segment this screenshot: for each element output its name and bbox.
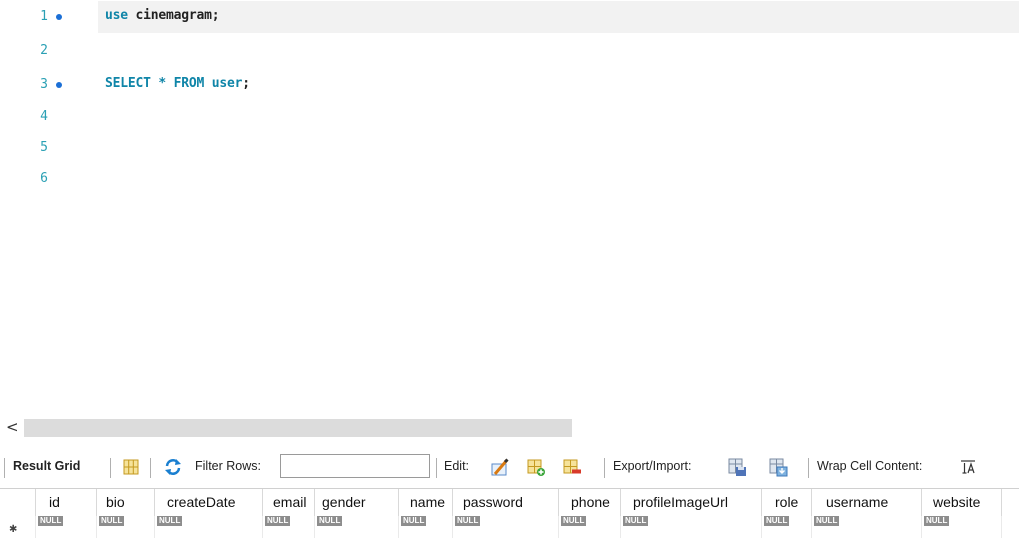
line-number: 2 <box>40 43 48 58</box>
table-cell[interactable]: NULL <box>315 516 399 538</box>
null-badge: NULL <box>401 516 427 526</box>
horizontal-scrollbar[interactable]: < <box>0 417 1019 439</box>
table-cell[interactable]: NULL <box>812 516 922 538</box>
column-header-profileImageUrl[interactable]: profileImageUrl <box>621 489 762 516</box>
grid-view-icon[interactable] <box>121 457 141 477</box>
column-header-phone[interactable]: phone <box>559 489 621 516</box>
toolbar-divider <box>4 458 5 478</box>
toolbar-divider <box>150 458 151 478</box>
column-header-email[interactable]: email <box>263 489 315 516</box>
edit-cell-icon[interactable] <box>490 457 510 477</box>
null-badge: NULL <box>317 516 343 526</box>
column-header-password[interactable]: password <box>453 489 559 516</box>
column-header-gender[interactable]: gender <box>315 489 399 516</box>
result-grid[interactable]: id bio createDate email gender name pass… <box>0 488 1019 559</box>
new-row-icon: ✱ <box>9 524 18 535</box>
grid-header-row: id bio createDate email gender name pass… <box>0 488 1019 516</box>
table-cell[interactable]: NULL <box>97 516 155 538</box>
edit-label: Edit: <box>444 459 470 473</box>
table-cell[interactable]: NULL <box>559 516 621 538</box>
toolbar-divider <box>808 458 809 478</box>
toolbar-divider <box>110 458 111 478</box>
code-text: SELECT * FROM user; <box>105 76 250 91</box>
column-header-createDate[interactable]: createDate <box>155 489 263 516</box>
null-badge: NULL <box>157 516 183 526</box>
statement-marker-icon <box>56 82 62 88</box>
line-number: 6 <box>40 171 48 186</box>
toolbar-divider <box>436 458 437 478</box>
row-header-corner <box>0 489 36 516</box>
result-grid-tab[interactable]: Result Grid <box>13 459 80 473</box>
wrap-text-icon[interactable] <box>958 457 978 477</box>
filter-rows-label: Filter Rows: <box>195 459 261 473</box>
column-header-website[interactable]: website <box>922 489 1002 516</box>
code-rest: cinemagram; <box>127 8 220 23</box>
null-badge: NULL <box>623 516 649 526</box>
editor-line-2[interactable]: 2 <box>0 34 1019 64</box>
null-badge: NULL <box>814 516 840 526</box>
line-number: 5 <box>40 140 48 155</box>
column-header-role[interactable]: role <box>762 489 812 516</box>
editor-line-4[interactable]: 4 <box>0 100 1019 130</box>
null-badge: NULL <box>924 516 950 526</box>
editor-line-1[interactable]: 1 use cinemagram; <box>0 0 1019 33</box>
table-cell[interactable]: NULL <box>762 516 812 538</box>
line-number: 1 <box>40 9 48 24</box>
statement-marker-icon <box>56 14 62 20</box>
column-header-name[interactable]: name <box>399 489 453 516</box>
refresh-icon[interactable] <box>163 457 183 477</box>
add-row-icon[interactable] <box>526 457 546 477</box>
table-cell[interactable]: NULL <box>399 516 453 538</box>
row-header[interactable]: ✱ <box>0 516 36 538</box>
export-import-label: Export/Import: <box>613 459 692 473</box>
code-text: use cinemagram; <box>105 8 220 23</box>
null-badge: NULL <box>764 516 790 526</box>
line-number: 3 <box>40 77 48 92</box>
null-badge: NULL <box>455 516 481 526</box>
editor-line-5[interactable]: 5 <box>0 131 1019 161</box>
null-badge: NULL <box>99 516 125 526</box>
result-toolbar: Result Grid Filter Rows: Edit: Export/Im… <box>0 446 1019 490</box>
editor-line-6[interactable]: 6 <box>0 162 1019 192</box>
import-icon[interactable] <box>768 457 788 477</box>
table-cell[interactable]: NULL <box>263 516 315 538</box>
wrap-cell-content-label: Wrap Cell Content: <box>817 459 923 473</box>
null-badge: NULL <box>265 516 291 526</box>
line-number: 4 <box>40 109 48 124</box>
table-cell[interactable]: NULL <box>621 516 762 538</box>
table-row[interactable]: ✱ NULL NULL NULL NULL NULL NULL NULL NUL… <box>0 516 1019 538</box>
column-header-bio[interactable]: bio <box>97 489 155 516</box>
null-badge: NULL <box>561 516 587 526</box>
table-cell[interactable]: NULL <box>453 516 559 538</box>
table-cell[interactable]: NULL <box>922 516 1002 538</box>
null-badge: NULL <box>38 516 64 526</box>
toolbar-divider <box>604 458 605 478</box>
export-icon[interactable] <box>727 457 747 477</box>
scrollbar-thumb[interactable] <box>24 419 572 437</box>
table-cell[interactable]: NULL <box>36 516 97 538</box>
table-cell[interactable]: NULL <box>155 516 263 538</box>
scroll-left-icon[interactable]: < <box>6 418 19 436</box>
code-rest: ; <box>242 76 250 91</box>
filter-rows-input[interactable] <box>280 454 430 478</box>
column-header-username[interactable]: username <box>812 489 922 516</box>
editor-line-3[interactable]: 3 SELECT * FROM user; <box>0 68 1019 98</box>
code-keyword: use <box>105 8 128 23</box>
column-header-id[interactable]: id <box>36 489 97 516</box>
code-keyword: SELECT * FROM user <box>105 76 243 91</box>
current-line-highlight <box>98 1 1019 33</box>
sql-editor[interactable]: 1 use cinemagram; 2 3 SELECT * FROM user… <box>0 0 1019 415</box>
delete-row-icon[interactable] <box>562 457 582 477</box>
